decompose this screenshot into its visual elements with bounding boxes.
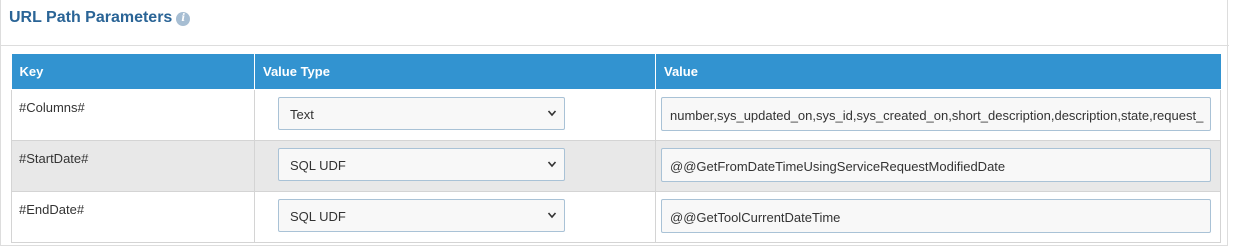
value-cell: @@GetFromDateTimeUsingServiceRequestModi… <box>655 139 1221 192</box>
parameters-table: Key Value Type Value #Columns# Text numb… <box>11 54 1221 243</box>
key-text: #EndDate# <box>19 201 85 217</box>
panel-header: URL Path Parameters i <box>1 0 1229 46</box>
value-type-cell: Text <box>254 88 656 141</box>
value-type-select[interactable]: SQL UDF <box>278 147 565 181</box>
value-input[interactable]: @@GetToolCurrentDateTime <box>661 198 1211 233</box>
panel-title: URL Path Parameters i <box>9 9 191 27</box>
key-text: #Columns# <box>19 99 85 115</box>
value-type-selected: SQL UDF <box>290 208 346 224</box>
column-header-value-type: Value Type <box>254 54 656 90</box>
table-row: #Columns# Text number,sys_updated_on,sys… <box>11 88 1221 141</box>
column-header-value: Value <box>655 54 1221 90</box>
value-input-text: @@GetFromDateTimeUsingServiceRequestModi… <box>670 158 1006 174</box>
info-icon[interactable]: i <box>176 12 191 26</box>
key-cell: #Columns# <box>11 88 255 141</box>
value-input-text: number,sys_updated_on,sys_id,sys_created… <box>670 107 1204 123</box>
key-text: #StartDate# <box>19 150 89 166</box>
table-header-row: Key Value Type Value <box>11 54 1221 90</box>
key-cell: #EndDate# <box>11 190 255 243</box>
value-type-selected: Text <box>290 106 314 122</box>
value-type-cell: SQL UDF <box>254 139 656 192</box>
value-type-select[interactable]: SQL UDF <box>278 198 565 232</box>
chevron-down-icon <box>547 211 557 218</box>
chevron-down-icon <box>547 160 557 167</box>
value-input-text: @@GetToolCurrentDateTime <box>670 209 841 225</box>
table-row: #EndDate# SQL UDF @@GetToolCurrentDateTi… <box>11 190 1221 243</box>
url-path-parameters-panel: URL Path Parameters i Key Value Type Val… <box>0 0 1229 246</box>
value-input[interactable]: @@GetFromDateTimeUsingServiceRequestModi… <box>661 147 1211 182</box>
value-input[interactable]: number,sys_updated_on,sys_id,sys_created… <box>661 96 1211 131</box>
table-row: #StartDate# SQL UDF @@GetFromDateTimeUsi… <box>11 139 1221 192</box>
value-cell: @@GetToolCurrentDateTime <box>655 190 1221 243</box>
column-header-key: Key <box>11 54 255 90</box>
value-type-selected: SQL UDF <box>290 157 346 173</box>
value-type-select[interactable]: Text <box>278 96 565 130</box>
panel-title-text: URL Path Parameters <box>9 9 173 26</box>
chevron-down-icon <box>547 109 557 116</box>
value-type-cell: SQL UDF <box>254 190 656 243</box>
value-cell: number,sys_updated_on,sys_id,sys_created… <box>655 88 1221 141</box>
key-cell: #StartDate# <box>11 139 255 192</box>
